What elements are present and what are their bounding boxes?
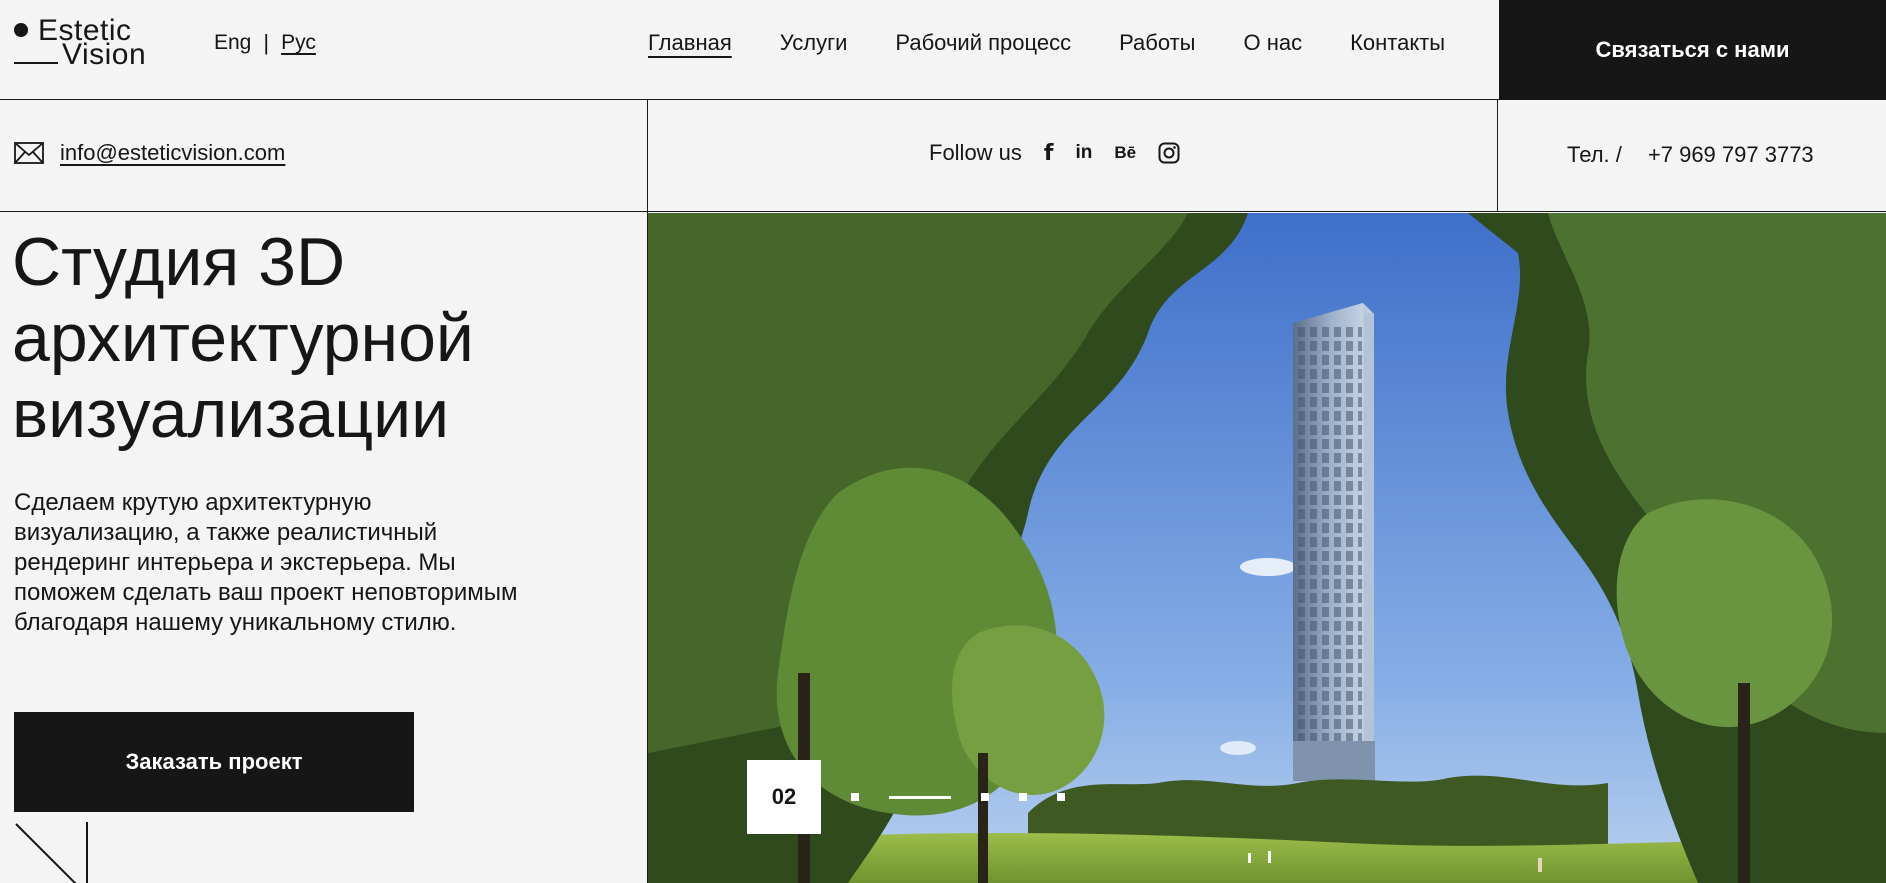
slide-dot-5[interactable] xyxy=(1057,793,1065,801)
follow-us: Follow us f in Bē xyxy=(929,140,1180,166)
lang-separator: | xyxy=(263,30,270,55)
slider-pagination xyxy=(851,793,1065,801)
logo-underline xyxy=(14,62,58,64)
slide-dot-3[interactable] xyxy=(981,793,989,801)
slide-number: 02 xyxy=(747,760,821,834)
email-link[interactable]: info@esteticvision.com xyxy=(60,140,285,166)
hero-title: Студия 3D архитектурной визуализации xyxy=(12,224,474,452)
hero-description: Сделаем крутую архитектурную визуализаци… xyxy=(14,489,518,636)
arrow-down-right-icon xyxy=(14,822,94,883)
phone-block: Тел. / +7 969 797 3773 xyxy=(1567,142,1814,168)
facebook-icon[interactable]: f xyxy=(1044,141,1054,166)
nav-item-workflow[interactable]: Рабочий процесс xyxy=(895,30,1071,56)
slide-dot-1[interactable] xyxy=(851,793,859,801)
instagram-icon[interactable] xyxy=(1158,141,1180,165)
divider-vertical-right xyxy=(1497,100,1498,212)
top-header: Estetic Vision Eng | Рус Главная Услуги … xyxy=(0,0,1886,100)
info-row: info@esteticvision.com Follow us f in Bē… xyxy=(0,100,1886,212)
logo[interactable]: Estetic Vision xyxy=(14,14,174,71)
linkedin-icon[interactable]: in xyxy=(1076,141,1093,165)
slide-dot-4[interactable] xyxy=(1019,793,1027,801)
lang-eng[interactable]: Eng xyxy=(214,31,251,55)
nav-item-works[interactable]: Работы xyxy=(1119,30,1195,56)
main-nav: Главная Услуги Рабочий процесс Работы О … xyxy=(648,30,1445,56)
language-switcher: Eng | Рус xyxy=(214,30,316,56)
lang-rus[interactable]: Рус xyxy=(281,31,316,55)
nav-item-about[interactable]: О нас xyxy=(1243,30,1302,56)
contact-us-button[interactable]: Связаться с нами xyxy=(1499,0,1886,100)
logo-dot xyxy=(14,23,28,37)
email-block: info@esteticvision.com xyxy=(14,140,285,166)
behance-icon[interactable]: Bē xyxy=(1114,141,1136,165)
hero-image xyxy=(648,213,1886,883)
phone-number[interactable]: +7 969 797 3773 xyxy=(1648,142,1814,168)
nav-item-home[interactable]: Главная xyxy=(648,30,732,56)
logo-line2: Vision xyxy=(62,38,147,71)
nav-item-services[interactable]: Услуги xyxy=(780,30,848,56)
social-links: f in Bē xyxy=(1044,141,1180,166)
follow-label: Follow us xyxy=(929,140,1022,165)
slide-dot-active[interactable] xyxy=(889,795,951,799)
mail-icon xyxy=(14,142,44,164)
order-project-button[interactable]: Заказать проект xyxy=(14,712,414,812)
nav-item-contacts[interactable]: Контакты xyxy=(1350,30,1445,56)
phone-label: Тел. / xyxy=(1567,142,1622,167)
